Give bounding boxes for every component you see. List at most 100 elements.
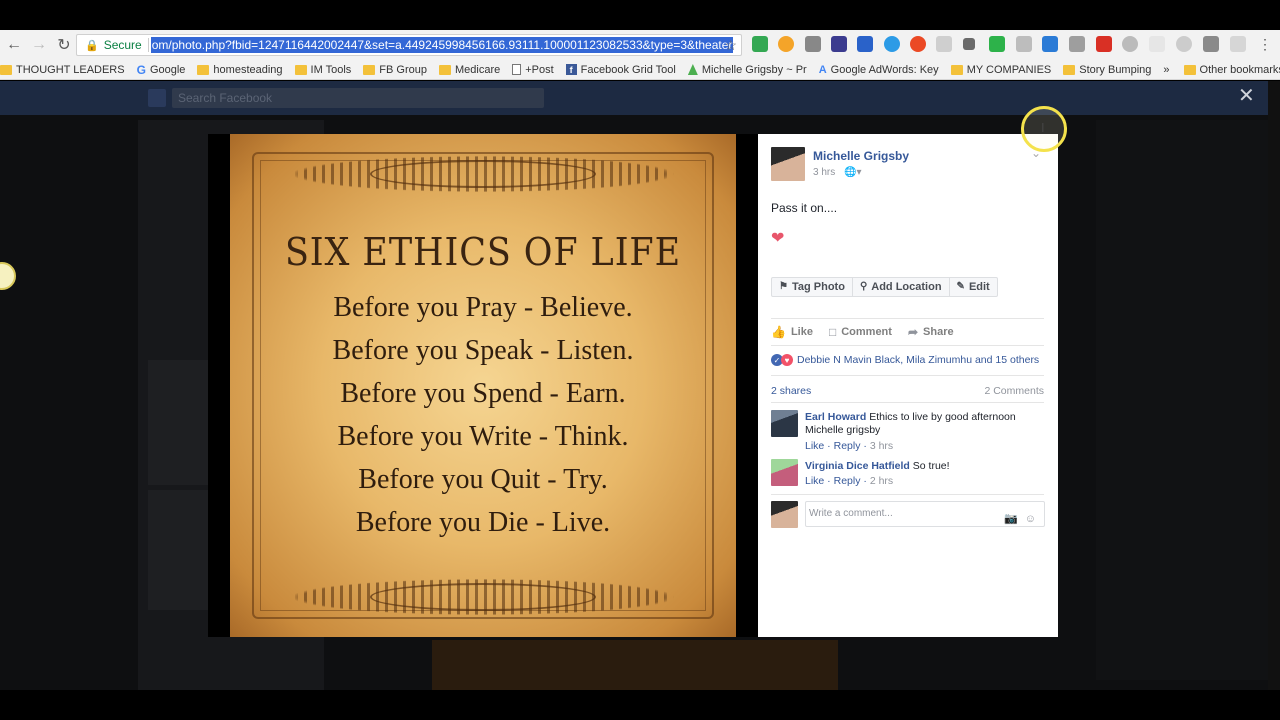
post-actions: 👍 Like □ Comment ➦ Share [771, 325, 970, 339]
add-location-button[interactable]: ⚲ Add Location [853, 278, 950, 296]
author-name[interactable]: Michelle Grigsby [813, 149, 909, 163]
bookmark-item[interactable]: MY COMPANIES [950, 63, 1052, 76]
comment-input[interactable]: Write a comment... 📷 ☺ [805, 501, 1045, 527]
comments-count-link[interactable]: 2 Comments [984, 385, 1044, 397]
extension-icon[interactable] [1069, 36, 1085, 52]
extension-icon[interactable] [1016, 36, 1032, 52]
top-black-band [0, 0, 1280, 30]
extension-icon[interactable] [1203, 36, 1219, 52]
bookmark-item[interactable]: A Google AdWords: Key [819, 64, 939, 76]
eyedropper-icon[interactable] [963, 38, 975, 50]
comment-actions: Like · Reply · 2 hrs [805, 475, 894, 487]
folder-icon [950, 64, 963, 75]
comment-like-link[interactable]: Like [805, 440, 824, 452]
page-scrollbar[interactable] [1268, 81, 1280, 690]
commenter-avatar[interactable] [771, 459, 798, 486]
extension-icon[interactable] [884, 36, 900, 52]
bookmark-item[interactable]: homesteading [197, 63, 283, 76]
ornament-bottom-scroll [370, 583, 596, 611]
extension-icon[interactable] [1176, 36, 1192, 52]
globe-icon[interactable]: 🌐▾ [844, 167, 861, 178]
forward-icon[interactable]: → [28, 34, 50, 56]
extension-icon[interactable] [1096, 36, 1112, 52]
tag-photo-button[interactable]: ⚑ Tag Photo [772, 278, 853, 296]
folder-icon [1063, 64, 1076, 75]
comment-author[interactable]: Earl Howard [805, 411, 866, 423]
url-text[interactable]: om/photo.php?fbid=1247116442002447&set=a… [150, 37, 734, 53]
comment-time[interactable]: 2 hrs [870, 475, 893, 487]
facebook-logo-icon [148, 89, 166, 107]
screen: ← → ↻ 🔒 Secure om/photo.php?fbid=1247116… [0, 0, 1280, 720]
iq-icon[interactable] [1042, 36, 1058, 52]
bookmark-label: homesteading [213, 63, 283, 76]
extension-icon[interactable] [857, 36, 873, 52]
bookmark-label: Michelle Grigsby ~ Pr [701, 63, 807, 76]
secure-label: Secure [103, 38, 142, 52]
post-timestamp: 3 hrs 🌐▾ [813, 167, 862, 178]
reactions-text: Debbie N Mavin Black, Mila Zimumhu and 1… [797, 354, 1040, 366]
camera-icon[interactable]: 📷 [1004, 507, 1018, 531]
comment-button[interactable]: □ Comment [829, 325, 892, 339]
menu-icon[interactable]: ⋮ [1258, 36, 1274, 52]
comment-reply-link[interactable]: Reply [834, 440, 861, 452]
comment-reply-link[interactable]: Reply [834, 475, 861, 487]
bookmark-label: THOUGHT LEADERS [16, 63, 125, 76]
poster-line: Before you Spend - Earn. [340, 378, 626, 409]
folder-icon [1183, 64, 1196, 75]
extension-icon[interactable] [778, 36, 794, 52]
comment-body: Virginia Dice Hatfield So true! [805, 460, 1045, 473]
shares-link[interactable]: 2 shares [771, 385, 811, 397]
extension-icon[interactable] [910, 36, 926, 52]
edit-button[interactable]: ✎ Edit [950, 278, 997, 296]
bookmark-label: Other bookmarks [1199, 63, 1280, 76]
reload-icon[interactable]: ↻ [53, 34, 75, 56]
bookmark-item[interactable]: f Facebook Grid Tool [565, 64, 676, 76]
comment-body: Earl Howard Ethics to live by good after… [805, 411, 1045, 437]
emoji-icon[interactable]: ☺ [1025, 507, 1036, 531]
share-button[interactable]: ➦ Share [908, 325, 954, 339]
address-bar[interactable]: 🔒 Secure om/photo.php?fbid=1247116442002… [76, 34, 742, 56]
more-bookmarks-button[interactable]: » [1163, 64, 1169, 76]
photo-image[interactable]: SIX ETHICS OF LIFE Before you Pray - Bel… [230, 134, 736, 637]
comment-like-link[interactable]: Like [805, 475, 824, 487]
comment-author[interactable]: Virginia Dice Hatfield [805, 460, 910, 472]
close-icon[interactable]: ✕ [1238, 86, 1255, 106]
divider [771, 494, 1044, 495]
extension-icon[interactable] [831, 36, 847, 52]
bookmark-star-icon[interactable]: ☆ [724, 37, 737, 54]
comment-actions: Like · Reply · 3 hrs [805, 440, 894, 452]
bookmark-item[interactable]: IM Tools [294, 64, 351, 76]
bookmark-item[interactable]: Story Bumping [1063, 64, 1151, 76]
bookmark-item[interactable]: THOUGHT LEADERS [0, 64, 125, 76]
bookmark-label: MY COMPANIES [966, 63, 1052, 76]
location-pin-icon: ⚲ [859, 281, 868, 292]
tag-photo-label: Tag Photo [791, 281, 845, 293]
extension-icon[interactable] [752, 36, 768, 52]
bookmark-item[interactable]: G Google [137, 63, 186, 77]
extension-icon[interactable] [805, 36, 821, 52]
back-icon[interactable]: ← [3, 34, 25, 56]
google-icon: G [136, 62, 146, 77]
bottom-black-band [0, 690, 1280, 720]
facebook-search-input[interactable]: Search Facebook [172, 88, 544, 108]
checkmark-icon[interactable] [989, 36, 1005, 52]
extension-icon[interactable] [1230, 36, 1246, 52]
bookmark-item[interactable]: Medicare [438, 63, 501, 76]
bookmark-label: Medicare [454, 63, 501, 76]
bookmark-item[interactable]: Michelle Grigsby ~ Pr [687, 63, 807, 76]
bookmark-item[interactable]: FB Group [363, 64, 427, 76]
reactions-summary[interactable]: ✓ ♥ Debbie N Mavin Black, Mila Zimumhu a… [771, 354, 1039, 366]
bookmark-item[interactable]: +Post [512, 64, 554, 76]
pencil-icon: ✎ [956, 281, 965, 292]
comment-time[interactable]: 3 hrs [870, 440, 893, 452]
commenter-avatar[interactable] [771, 410, 798, 437]
extension-icon[interactable] [936, 36, 952, 52]
other-bookmarks[interactable]: Other bookmarks [1183, 63, 1280, 76]
extension-icon[interactable] [1149, 36, 1165, 52]
like-button[interactable]: 👍 Like [771, 325, 813, 339]
post-time[interactable]: 3 hrs [813, 167, 835, 178]
bookmarks-bar: THOUGHT LEADERS G Google homesteading IM … [0, 60, 1280, 80]
extension-icon[interactable] [1122, 36, 1138, 52]
author-avatar[interactable] [771, 147, 805, 181]
post-caption: Pass it on.... [771, 201, 838, 215]
